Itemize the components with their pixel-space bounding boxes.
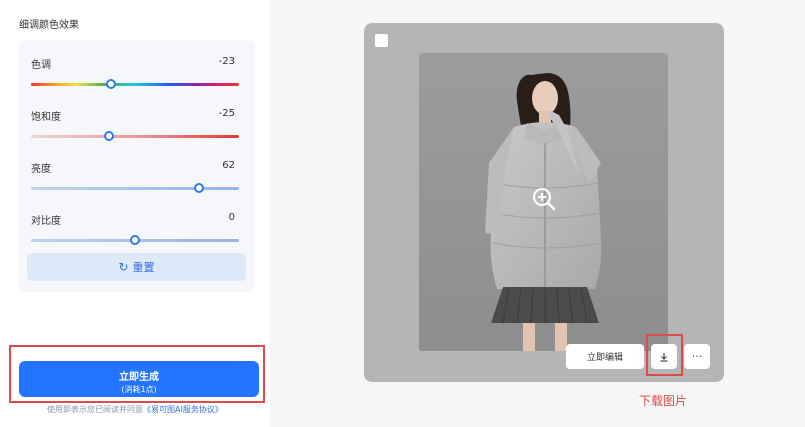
select-checkbox[interactable] xyxy=(375,34,388,47)
color-adjust-card: 色调 -23 饱和度 -25 亮度 62 对比度 0 ↻ 重置 xyxy=(19,40,255,292)
hue-track[interactable] xyxy=(31,83,239,86)
saturation-slider-row: 饱和度 -25 xyxy=(31,108,239,148)
brightness-thumb[interactable] xyxy=(194,183,205,193)
generate-button[interactable]: 立即生成 (消耗1点) xyxy=(19,361,259,397)
contrast-thumb[interactable] xyxy=(130,235,140,245)
hue-thumb[interactable] xyxy=(106,79,117,89)
agreement-text: 使用即表示您已阅读并同意《易可图AI服务协议》 xyxy=(47,404,223,415)
saturation-thumb[interactable] xyxy=(104,131,114,141)
agreement-link[interactable]: 《易可图AI服务协议》 xyxy=(143,405,223,414)
edit-button[interactable]: 立即编辑 xyxy=(566,344,644,369)
generate-label: 立即生成 xyxy=(119,372,159,383)
saturation-value: -25 xyxy=(218,108,235,119)
brightness-value: 62 xyxy=(222,160,235,171)
download-highlight-box xyxy=(646,334,683,376)
more-button[interactable]: ··· xyxy=(684,344,710,369)
hue-label: 色调 xyxy=(31,60,51,71)
contrast-value: 0 xyxy=(228,212,235,223)
hue-slider-row: 色调 -23 xyxy=(31,56,239,96)
preview-card: 立即编辑 ··· xyxy=(364,23,724,382)
saturation-label: 饱和度 xyxy=(31,112,61,123)
contrast-label: 对比度 xyxy=(31,216,61,227)
refresh-icon: ↻ xyxy=(118,260,129,274)
section-title: 细调颜色效果 xyxy=(19,20,79,31)
brightness-label: 亮度 xyxy=(31,164,51,175)
settings-panel: 细调颜色效果 色调 -23 饱和度 -25 亮度 62 对比度 0 ↻ 重置 立… xyxy=(0,0,270,427)
download-annotation: 下载图片 xyxy=(639,394,688,408)
generate-cost: (消耗1点) xyxy=(121,385,157,394)
contrast-slider-row: 对比度 0 xyxy=(31,212,239,252)
agreement-prefix: 使用即表示您已阅读并同意 xyxy=(47,405,143,414)
zoom-in-icon[interactable] xyxy=(532,187,556,215)
brightness-track[interactable] xyxy=(31,187,239,190)
hue-value: -23 xyxy=(218,56,235,67)
saturation-track[interactable] xyxy=(31,135,239,138)
brightness-slider-row: 亮度 62 xyxy=(31,160,239,200)
reset-label: 重置 xyxy=(132,261,155,274)
reset-button[interactable]: ↻ 重置 xyxy=(27,253,246,281)
preview-image[interactable] xyxy=(419,53,668,351)
